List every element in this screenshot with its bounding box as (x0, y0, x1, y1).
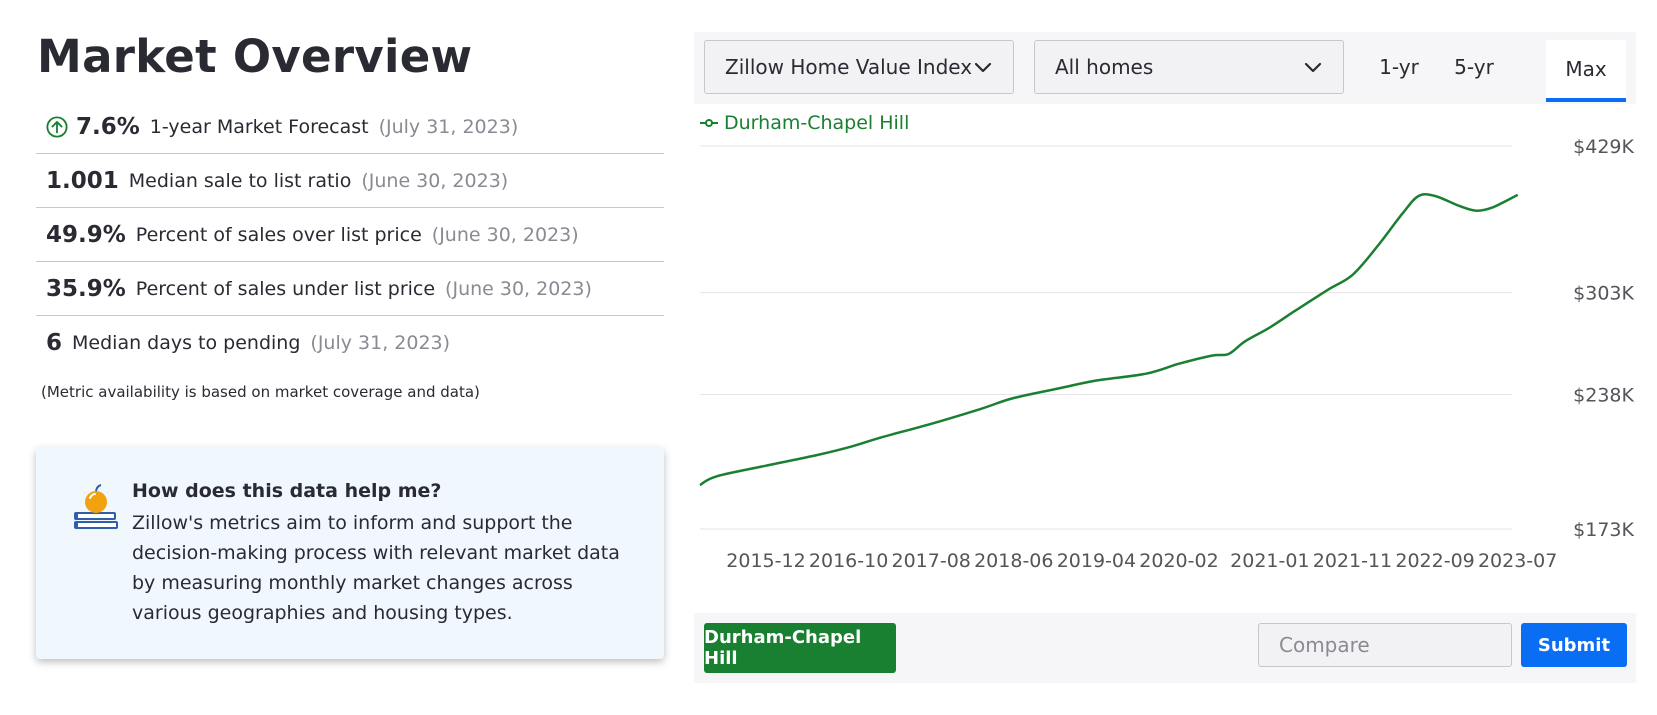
help-body: Zillow's metrics aim to inform and suppo… (132, 512, 620, 624)
y-tick-label: $303K (1573, 283, 1634, 305)
range-tab-5yr[interactable]: 5-yr (1439, 40, 1509, 94)
metric-label: 1-year Market Forecast (149, 115, 369, 138)
arrow-up-circle-icon (46, 115, 68, 138)
y-tick-label: $173K (1573, 519, 1634, 541)
help-card: How does this data help me? Zillow's met… (36, 447, 664, 659)
range-tab-1yr[interactable]: 1-yr (1364, 40, 1434, 94)
metric-value: 49.9% (46, 221, 126, 248)
metric-date: (June 30, 2023) (445, 277, 592, 300)
chevron-down-icon (1304, 62, 1322, 73)
x-tick-label: 2023-07 (1478, 550, 1557, 572)
metric-label: Percent of sales over list price (135, 223, 422, 246)
x-tick-label: 2022-09 (1395, 550, 1474, 572)
metric-value: 35.9% (46, 275, 126, 302)
metric-date: (July 31, 2023) (378, 115, 519, 138)
metric-row-over-list: 49.9% Percent of sales over list price (… (36, 208, 664, 262)
metric-value: 7.6% (76, 113, 140, 140)
chart-bottom-bar: Durham-Chapel Hill Submit (694, 613, 1636, 683)
metric-date: (July 31, 2023) (310, 332, 451, 354)
metric-label: Median days to pending (72, 332, 301, 354)
metric-row-under-list: 35.9% Percent of sales under list price … (36, 262, 664, 316)
chart-panel: Zillow Home Value Index All homes 1-yr 5… (694, 32, 1636, 683)
metric-row-sale-to-list: 1.001 Median sale to list ratio (June 30… (36, 154, 664, 208)
metric-value: 6 (46, 330, 63, 356)
x-tick-label: 2018-06 (974, 550, 1053, 572)
metric-value: 1.001 (46, 167, 119, 194)
x-tick-label: 2016-10 (809, 550, 888, 572)
metric-row-forecast: 7.6% 1-year Market Forecast (July 31, 20… (36, 100, 664, 154)
metric-select[interactable]: Zillow Home Value Index (704, 40, 1014, 94)
x-tick-label: 2021-11 (1313, 550, 1392, 572)
metric-row-days-to-pending: 6 Median days to pending (July 31, 2023) (36, 316, 664, 370)
home-value-line-chart[interactable]: $429K $303K $238K $173K 2015-12 2016-10 2017-0… (694, 104, 1636, 613)
home-type-select[interactable]: All homes (1034, 40, 1344, 94)
chart-toolbar: Zillow Home Value Index All homes 1-yr 5… (694, 32, 1636, 104)
apple-books-icon (74, 484, 118, 529)
x-tick-label: 2021-01 (1230, 550, 1309, 572)
series-line[interactable] (699, 193, 1519, 487)
metric-date: (June 30, 2023) (361, 169, 509, 192)
compare-input[interactable] (1258, 623, 1512, 667)
y-tick-label: $429K (1573, 136, 1634, 158)
range-tab-max[interactable]: Max (1546, 40, 1626, 102)
home-type-select-value: All homes (1055, 55, 1154, 79)
x-tick-label: 2017-08 (892, 550, 971, 572)
metric-label: Percent of sales under list price (135, 277, 436, 300)
metric-availability-note: (Metric availability is based on market … (41, 383, 480, 401)
y-tick-label: $238K (1573, 384, 1634, 406)
metric-date: (June 30, 2023) (431, 223, 579, 246)
x-tick-label: 2019-04 (1057, 550, 1136, 572)
submit-button[interactable]: Submit (1521, 623, 1627, 667)
help-title: How does this data help me? (132, 480, 442, 502)
metric-label: Median sale to list ratio (128, 169, 352, 192)
x-tick-label: 2015-12 (726, 550, 805, 572)
page-title: Market Overview (37, 30, 473, 83)
chevron-down-icon (974, 62, 992, 73)
metrics-list: 7.6% 1-year Market Forecast (July 31, 20… (36, 100, 664, 370)
x-tick-label: 2020-02 (1139, 550, 1218, 572)
metric-select-value: Zillow Home Value Index (725, 55, 973, 79)
region-chip[interactable]: Durham-Chapel Hill (704, 623, 896, 673)
